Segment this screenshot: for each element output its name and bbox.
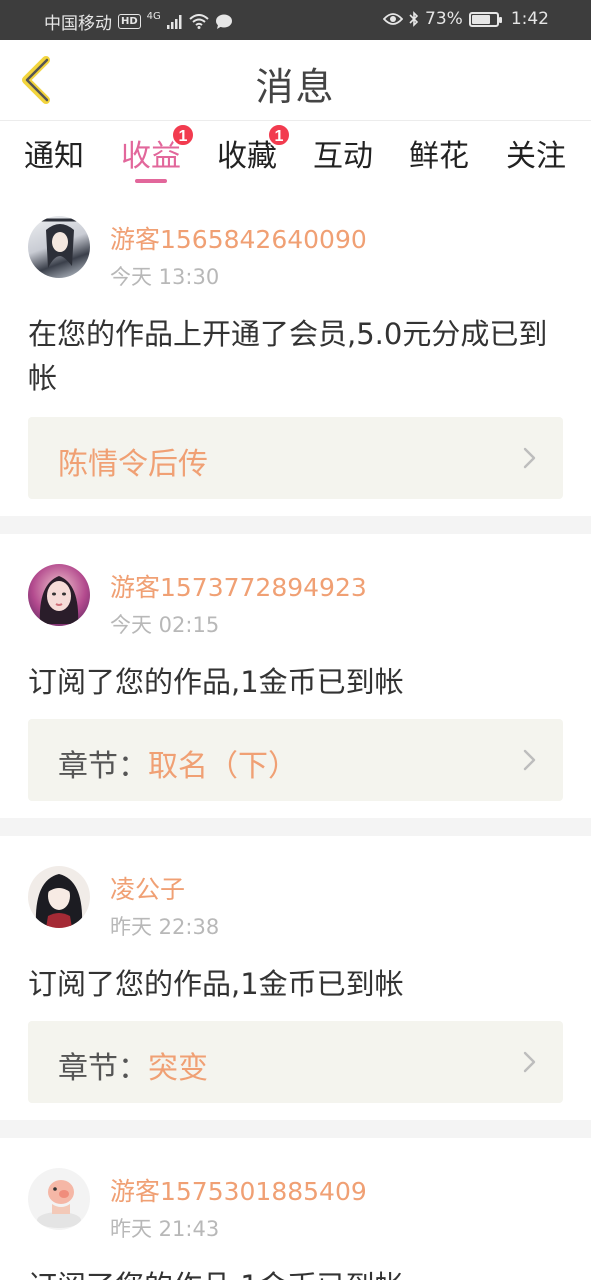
tab-earnings[interactable]: 收益 1	[111, 123, 195, 183]
eye-icon	[383, 12, 404, 26]
card-divider	[0, 516, 591, 534]
tab-label: 通知	[24, 139, 84, 174]
tab-favorites[interactable]: 收藏 1	[207, 123, 291, 183]
chevron-right-icon	[523, 749, 536, 771]
work-link-text: 章节：突变	[58, 1043, 208, 1087]
username[interactable]: 游客1565842640090	[110, 220, 367, 256]
battery-icon	[468, 11, 502, 27]
chapter-link[interactable]: 章节：取名（下）	[28, 719, 563, 801]
username[interactable]: 凌公子	[110, 870, 185, 906]
tab-label: 鲜花	[409, 139, 469, 174]
avatar-illustration	[38, 218, 78, 268]
work-title: 突变	[148, 1051, 208, 1086]
avatar-illustration	[35, 874, 83, 928]
unread-badge: 1	[267, 123, 291, 147]
avatar[interactable]	[28, 216, 90, 278]
signal-icon	[166, 14, 183, 29]
battery-percent: 73%	[425, 9, 463, 29]
message-content: 订阅了您的作品,1金币已到帐	[28, 665, 404, 699]
app-header: 消息	[0, 40, 591, 120]
network-type-label: 4G	[146, 10, 161, 22]
chapter-link[interactable]: 章节：突变	[28, 1021, 563, 1103]
tab-label: 互动	[313, 139, 373, 174]
tab-label: 关注	[506, 139, 566, 174]
tab-label: 收藏	[217, 139, 277, 174]
message-content: 在您的作品上开通了会员,5.0元分成已到帐	[28, 317, 548, 395]
avatar[interactable]	[28, 1168, 90, 1230]
bluetooth-icon	[409, 11, 419, 27]
work-title: 陈情令后传	[58, 447, 208, 482]
work-link-text: 陈情令后传	[58, 439, 208, 483]
work-title: 取名（下）	[148, 749, 298, 784]
tab-follows[interactable]: 关注	[496, 131, 576, 183]
status-bar: 中国移动 HD 4G 73% 1:42	[0, 0, 591, 40]
message-card: 凌公子 昨天 22:38 订阅了您的作品,1金币已到帐 章节：突变	[0, 836, 591, 1120]
tab-label: 收益	[121, 139, 181, 174]
work-link[interactable]: 陈情令后传	[28, 417, 563, 499]
message-card: 游客1573772894923 今天 02:15 订阅了您的作品,1金币已到帐 …	[0, 534, 591, 818]
page-title: 消息	[255, 65, 336, 109]
avatar[interactable]	[28, 866, 90, 928]
message-card: 游客1575301885409 昨天 21:43 订阅了您的作品,1金币已到帐	[0, 1138, 591, 1280]
message-time: 昨天 21:43	[110, 1217, 220, 1241]
tab-bar: 通知 收益 1 收藏 1 互动 鲜花 关注	[0, 120, 591, 186]
card-divider	[0, 818, 591, 836]
username[interactable]: 游客1575301885409	[110, 1172, 367, 1208]
clock: 1:42	[510, 9, 549, 29]
message-content: 订阅了您的作品,1金币已到帐	[28, 1264, 568, 1280]
chevron-right-icon	[523, 447, 536, 469]
active-tab-indicator	[135, 179, 167, 183]
avatar[interactable]	[28, 564, 90, 626]
message-time: 昨天 22:38	[110, 915, 220, 939]
work-prefix: 章节：	[58, 1051, 148, 1086]
battery-level-fill	[471, 14, 490, 24]
avatar-illustration	[39, 576, 79, 624]
message-time: 今天 02:15	[110, 613, 220, 637]
card-divider	[0, 1120, 591, 1138]
tab-interactions[interactable]: 互动	[303, 131, 383, 183]
hd-icon: HD	[118, 14, 141, 29]
chevron-right-icon	[523, 1051, 536, 1073]
message-time: 今天 13:30	[110, 265, 220, 289]
carrier-label: 中国移动	[44, 14, 112, 34]
avatar-illustration	[37, 1180, 81, 1228]
tab-flowers[interactable]: 鲜花	[399, 131, 479, 183]
unread-badge: 1	[171, 123, 195, 147]
message-notification-icon	[215, 14, 233, 30]
message-card: 游客1565842640090 今天 13:30 在您的作品上开通了会员,5.0…	[0, 186, 591, 516]
work-link-text: 章节：取名（下）	[58, 741, 298, 785]
wifi-icon	[189, 14, 209, 29]
tab-notifications[interactable]: 通知	[14, 131, 94, 183]
work-prefix: 章节：	[58, 749, 148, 784]
message-content: 订阅了您的作品,1金币已到帐	[28, 967, 404, 1001]
username[interactable]: 游客1573772894923	[110, 568, 367, 604]
